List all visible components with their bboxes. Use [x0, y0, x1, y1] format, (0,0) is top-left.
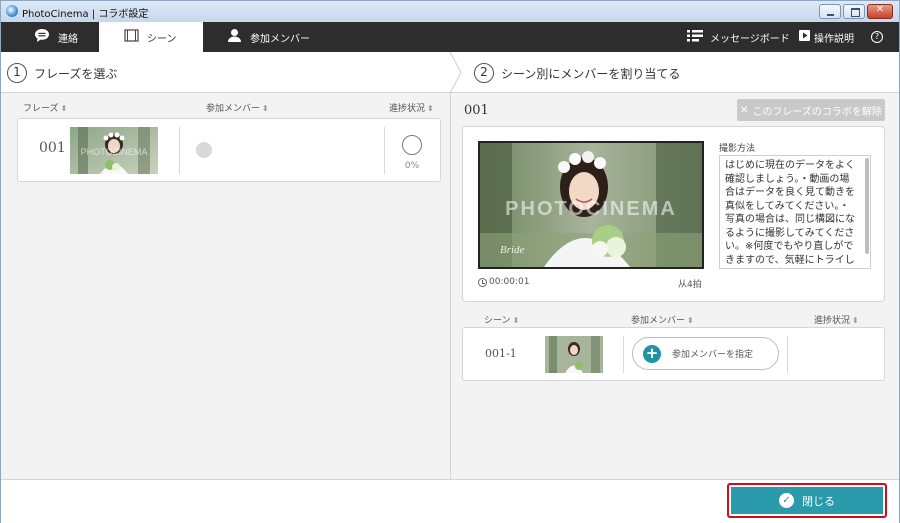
- sort-icon: ⬍: [60, 104, 68, 113]
- scene-progress-column-header[interactable]: 進捗状況 ⬍: [814, 313, 859, 326]
- video-script-text: Bride: [500, 244, 525, 256]
- film-icon: [124, 29, 139, 45]
- window-controls: [819, 4, 893, 19]
- plus-icon: +: [643, 344, 661, 363]
- sort-icon: ⬍: [512, 316, 520, 325]
- step-2: 2 シーン別にメンバーを割り当てる: [474, 63, 680, 83]
- phrase-column-header[interactable]: フレーズ ⬍: [23, 101, 67, 114]
- step-1: 1 フレーズを選ぶ: [7, 63, 117, 83]
- scene-progress-header-label: 進捗状況: [814, 316, 851, 326]
- message-board-label: メッセージボード: [710, 33, 790, 45]
- divider: [787, 336, 788, 373]
- close-button-inner: ✓ 閉じる: [731, 487, 883, 514]
- member-column-header[interactable]: 参加メンバー ⬍: [206, 101, 269, 114]
- check-icon: ✓: [779, 493, 794, 508]
- scene-number: 001-1: [485, 347, 517, 360]
- close-button-label: 閉じる: [802, 494, 835, 508]
- tab-contact-label: 連絡: [58, 33, 78, 45]
- title-bar: PhotoCinema | コラボ設定: [1, 1, 899, 22]
- phrase-header-label: フレーズ: [23, 104, 59, 114]
- sort-icon: ⬍: [427, 104, 434, 113]
- scene-panel: 001 ✕ このフレーズのコラボを解除 PHOTOCINEMA Bride 00…: [452, 93, 899, 479]
- scene-row[interactable]: 001-1 + 参加メンバーを指定: [462, 327, 885, 381]
- question-icon: ?: [871, 31, 883, 43]
- step-header: 1 フレーズを選ぶ 2 シーン別にメンバーを割り当てる: [1, 52, 899, 93]
- phrase-detail-card: PHOTOCINEMA Bride 00:00:01 从4拍 撮影方法 はじめに…: [462, 126, 885, 302]
- close-icon: ✕: [740, 104, 749, 116]
- tab-scene[interactable]: シーン: [99, 22, 203, 52]
- tab-scene-label: シーン: [147, 33, 177, 45]
- phrase-progress: 0%: [404, 161, 420, 171]
- video-watermark: PHOTOCINEMA: [505, 198, 677, 220]
- help-link[interactable]: 操作説明: [799, 22, 854, 52]
- scrollbar[interactable]: [865, 158, 869, 254]
- scene-member-column-header[interactable]: 参加メンバー ⬍: [631, 313, 694, 326]
- app-window: PhotoCinema | コラボ設定 連絡 シーン 参加メンバー: [0, 0, 900, 523]
- close-window-button[interactable]: [867, 4, 893, 19]
- step-chevron-icon: [449, 52, 462, 93]
- tab-contact[interactable]: 連絡: [34, 22, 78, 52]
- list-icon: [687, 29, 703, 45]
- selected-phrase-title: 001: [464, 103, 489, 118]
- video-preview[interactable]: PHOTOCINEMA Bride: [478, 141, 704, 269]
- divider: [384, 127, 385, 174]
- progress-ring-icon: [402, 135, 422, 155]
- phrase-number: 001: [39, 140, 66, 156]
- scene-header-label: シーン: [484, 316, 511, 326]
- maximize-button[interactable]: [843, 4, 865, 19]
- scene-column-header[interactable]: シーン ⬍: [484, 313, 519, 326]
- timecode: 00:00:01: [478, 277, 529, 287]
- tab-members-label: 参加メンバー: [250, 33, 310, 45]
- scene-thumbnail: [545, 336, 603, 373]
- close-button[interactable]: ✓ 閉じる: [727, 483, 887, 518]
- phrase-thumbnail: PHOTOCINEMA: [70, 127, 158, 174]
- progress-column-header[interactable]: 進捗状況 ⬍: [389, 101, 434, 114]
- shooting-method-text[interactable]: はじめに現在のデータをよく確認しましょう。・動画の場合はデータを良く見て動きを真…: [719, 155, 871, 269]
- member-header-label: 参加メンバー: [206, 104, 261, 114]
- phrase-row[interactable]: 001 PHOTOCINEMA 0%: [17, 118, 441, 182]
- unlink-collab-button[interactable]: ✕ このフレーズのコラボを解除: [737, 99, 885, 121]
- clock-icon: [478, 277, 487, 287]
- step-2-label: シーン別にメンバーを割り当てる: [501, 66, 681, 81]
- chat-bubble-icon: [34, 28, 50, 46]
- person-icon: [227, 28, 242, 46]
- shooting-method-content: はじめに現在のデータをよく確認しましょう。・動画の場合はデータを良く見て動きを真…: [725, 160, 855, 266]
- minimize-button[interactable]: [819, 4, 841, 19]
- sort-icon: ⬍: [262, 104, 269, 113]
- step-2-number: 2: [474, 63, 494, 83]
- app-icon: [6, 5, 18, 17]
- progress-header-label: 進捗状況: [389, 104, 426, 114]
- step-1-label: フレーズを選ぶ: [34, 66, 118, 81]
- sort-icon: ⬍: [687, 316, 694, 325]
- question-button[interactable]: ?: [871, 22, 883, 52]
- assign-member-button[interactable]: + 参加メンバーを指定: [632, 337, 779, 370]
- phrase-panel: フレーズ ⬍ 参加メンバー ⬍ 進捗状況 ⬍ 001 PHOTOCINEMA 0…: [1, 93, 451, 479]
- nav-bar: 連絡 シーン 参加メンバー メッセージボード 操作説明 ?: [1, 22, 899, 52]
- shot-count: 从4拍: [678, 280, 702, 290]
- assign-member-label: 参加メンバーを指定: [672, 350, 754, 360]
- unlink-collab-label: このフレーズのコラボを解除: [752, 106, 882, 118]
- help-label: 操作説明: [814, 33, 854, 45]
- play-icon: [799, 30, 810, 44]
- scene-member-header-label: 参加メンバー: [631, 316, 686, 326]
- divider: [179, 127, 180, 174]
- thumbnail-watermark: PHOTOCINEMA: [81, 147, 148, 157]
- sort-icon: ⬍: [852, 316, 859, 325]
- tab-members[interactable]: 参加メンバー: [227, 22, 310, 52]
- divider: [623, 336, 624, 373]
- window-title: PhotoCinema | コラボ設定: [22, 9, 149, 20]
- step-1-number: 1: [7, 63, 27, 83]
- timecode-value: 00:00:01: [489, 277, 530, 287]
- message-board-link[interactable]: メッセージボード: [687, 22, 790, 52]
- footer: ✓ 閉じる: [1, 479, 899, 523]
- member-avatar-placeholder: [196, 142, 212, 158]
- shooting-method-label: 撮影方法: [719, 144, 756, 154]
